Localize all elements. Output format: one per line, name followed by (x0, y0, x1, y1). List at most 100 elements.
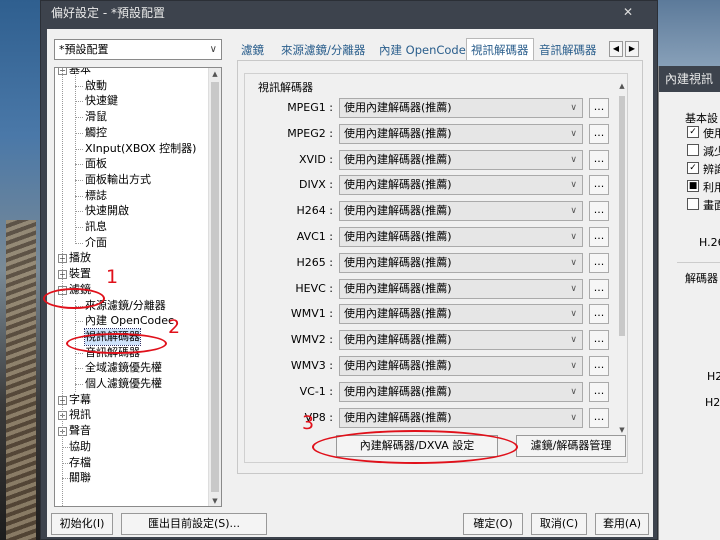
scroll-down-icon[interactable]: ▼ (209, 495, 221, 506)
decoder-options-button[interactable]: ... (589, 149, 609, 170)
scroll-thumb[interactable] (619, 96, 625, 336)
decoder-select[interactable]: 使用內建解碼器(推薦) ∨ (339, 330, 583, 351)
decoder-options-button[interactable]: ... (589, 330, 609, 351)
decoder-select[interactable]: 使用內建解碼器(推薦) ∨ (339, 407, 583, 428)
tab-source-filters[interactable]: 來源濾鏡/分離器 (277, 39, 369, 61)
profile-select[interactable]: *預設配置 ∨ (54, 39, 222, 60)
tab-opencodec[interactable]: 內建 OpenCodec (375, 39, 476, 61)
tree-node-startup[interactable]: 啟動 (85, 78, 107, 94)
tree-node-panel[interactable]: 面板 (85, 156, 107, 172)
scroll-down-icon[interactable]: ▼ (617, 426, 627, 434)
tree-node-hotkeys[interactable]: 快速鍵 (85, 93, 118, 109)
tree-node-association[interactable]: 關聯 (69, 470, 91, 486)
tree-node-basic[interactable]: 基本 (69, 68, 91, 78)
tree-node-save[interactable]: 存檔 (69, 455, 91, 471)
tree-node-mouse[interactable]: 滑鼠 (85, 109, 107, 125)
tree-connector (75, 211, 83, 213)
tree-node-audio[interactable]: 聲音 (69, 423, 91, 439)
decoder-scrollbar[interactable]: ▲ ▼ (617, 82, 627, 434)
checkbox[interactable]: ✓ (687, 162, 699, 174)
decoder-label: VC-1 : (299, 384, 333, 398)
decoder-select[interactable]: 使用內建解碼器(推薦) ∨ (339, 304, 583, 325)
tree-node-assist[interactable]: 協助 (69, 439, 91, 455)
tree-node-quick-open[interactable]: 快速開啟 (85, 203, 129, 219)
decoder-row: VC-1 : 使用內建解碼器(推薦) ∨... (245, 381, 625, 404)
chevron-down-icon: ∨ (570, 128, 577, 139)
decoder-row: AVC1 : 使用內建解碼器(推薦) ∨... (245, 227, 625, 249)
decoder-select[interactable]: 使用內建解碼器(推薦) ∨ (339, 381, 583, 402)
scroll-up-icon[interactable]: ▲ (209, 68, 221, 81)
annotation-number-1: 1 (106, 266, 119, 288)
tree-connector (75, 132, 83, 134)
tree-node-opencodec[interactable]: 內建 OpenCodec (85, 313, 174, 329)
tree-connector (75, 352, 83, 354)
decoder-row: HEVC : 使用內建解碼器(推薦) ∨... (245, 278, 625, 301)
tree-node-video[interactable]: 視訊 (69, 407, 91, 423)
decoder-row: XVID : 使用內建解碼器(推薦) ∨... (245, 149, 625, 172)
decoder-select[interactable]: 使用內建解碼器(推薦) ∨ (339, 252, 583, 273)
tab-video-decoder[interactable]: 視訊解碼器 (466, 38, 534, 61)
decoder-select-value: 使用內建解碼器(推薦) (344, 281, 452, 295)
decoder-select[interactable]: 使用內建解碼器(推薦) ∨ (339, 175, 583, 196)
checkbox[interactable]: ■ (687, 180, 699, 192)
decoder-options-button[interactable]: ... (589, 201, 609, 222)
decoder-row: WMV1 : 使用內建解碼器(推薦) ∨... (245, 304, 625, 326)
tree-node-panel-output[interactable]: 面板輸出方式 (85, 172, 151, 188)
scroll-thumb[interactable] (211, 82, 219, 492)
decoder-select[interactable]: 使用內建解碼器(推薦) ∨ (339, 201, 583, 222)
decoder-options-button[interactable]: ... (589, 175, 609, 196)
decoder-options-button[interactable]: ... (589, 381, 609, 402)
decoder-select[interactable]: 使用內建解碼器(推薦) ∨ (339, 149, 583, 170)
decoder-options-button[interactable]: ... (589, 407, 609, 428)
decoder-options-button[interactable]: ... (589, 304, 609, 325)
decoder-options-button[interactable]: ... (589, 123, 609, 144)
filter-manager-button[interactable]: 濾鏡/解碼器管理 (516, 435, 626, 457)
decoder-label: DIVX : (299, 178, 333, 192)
tree-node-personal-filter-priority[interactable]: 個人濾鏡優先權 (85, 376, 162, 392)
checkbox[interactable]: ✓ (687, 126, 699, 138)
decoder-options-button[interactable]: ... (589, 227, 609, 247)
tab-audio-decoder[interactable]: 音訊解碼器 (535, 39, 601, 61)
tree-connector (75, 148, 83, 150)
scroll-up-icon[interactable]: ▲ (617, 82, 627, 90)
annotation-circle-video-decoder (66, 333, 167, 354)
tree-node-device[interactable]: 裝置 (69, 266, 91, 282)
reset-button[interactable]: 初始化(I) (51, 513, 113, 535)
decoder-select[interactable]: 使用內建解碼器(推薦) ∨ (339, 356, 583, 376)
cancel-button[interactable]: 取消(C) (531, 513, 587, 535)
decoder-options-button[interactable]: ... (589, 278, 609, 299)
tree-node-interface[interactable]: 介面 (85, 235, 107, 251)
decoder-select[interactable]: 使用內建解碼器(推薦) ∨ (339, 98, 583, 118)
tab-scroll-right-icon[interactable]: ▶ (625, 41, 639, 57)
tree-scrollbar[interactable]: ▲ ▼ (208, 68, 221, 506)
tree-node-logo[interactable]: 標誌 (85, 188, 107, 204)
export-settings-button[interactable]: 匯出目前設定(S)... (121, 513, 267, 535)
decoder-select-value: 使用內建解碼器(推薦) (344, 178, 452, 192)
decoder-options-button[interactable]: ... (589, 98, 609, 118)
tree-connector (75, 117, 83, 119)
decoder-select[interactable]: 使用內建解碼器(推薦) ∨ (339, 123, 583, 144)
tab-filters[interactable]: 濾鏡 (237, 39, 268, 61)
tree-node-xinput[interactable]: XInput(XBOX 控制器) (85, 141, 196, 157)
basic-section-label: 基本設 (685, 112, 718, 125)
decoder-options-button[interactable]: ... (589, 252, 609, 273)
tree-node-subtitles[interactable]: 字幕 (69, 392, 91, 408)
decoder-select-value: 使用內建解碼器(推薦) (344, 152, 452, 166)
tree-node-touch[interactable]: 觸控 (85, 125, 107, 141)
tree-node-playback[interactable]: 播放 (69, 250, 91, 266)
checkbox[interactable] (687, 144, 699, 156)
ok-button[interactable]: 確定(O) (463, 513, 523, 535)
decoder-select-value: 使用內建解碼器(推薦) (344, 359, 452, 372)
tab-scroll-left-icon[interactable]: ◀ (609, 41, 623, 57)
apply-button[interactable]: 套用(A) (595, 513, 649, 535)
tree-node-global-filter-priority[interactable]: 全域濾鏡優先權 (85, 360, 162, 376)
checkbox-label: 減少 (703, 145, 720, 158)
chevron-down-icon: ∨ (570, 232, 577, 242)
checkbox[interactable] (687, 198, 699, 210)
close-icon[interactable]: ✕ (621, 5, 635, 19)
tree-node-messages[interactable]: 訊息 (85, 219, 107, 235)
decoder-select[interactable]: 使用內建解碼器(推薦) ∨ (339, 227, 583, 247)
decoder-label: AVC1 : (296, 230, 333, 243)
decoder-options-button[interactable]: ... (589, 356, 609, 376)
decoder-select[interactable]: 使用內建解碼器(推薦) ∨ (339, 278, 583, 299)
